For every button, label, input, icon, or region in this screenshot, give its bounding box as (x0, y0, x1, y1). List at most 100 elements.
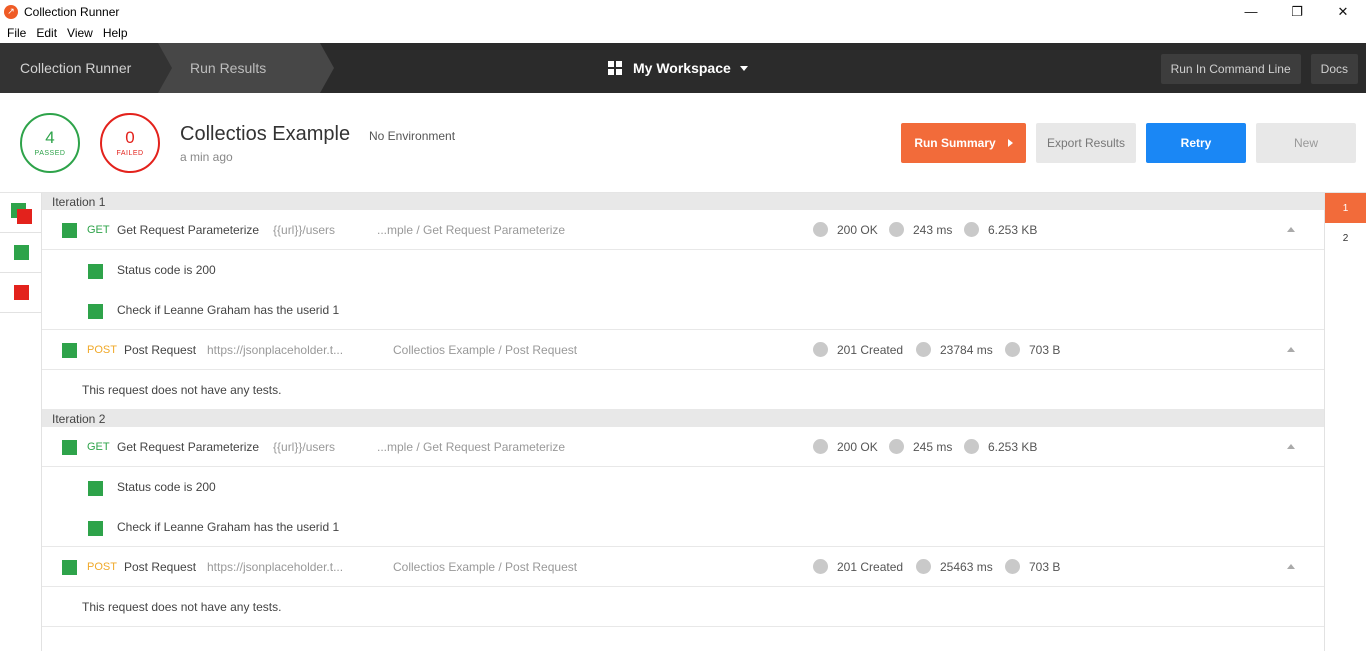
menu-file[interactable]: File (2, 26, 31, 40)
pass-square-icon (62, 440, 77, 455)
filter-strip (0, 193, 42, 651)
request-path: ...mple / Get Request Parameterize (377, 222, 566, 237)
pass-square-icon (88, 264, 103, 279)
environment-label: No Environment (369, 129, 456, 143)
window-controls: — ❐ ✕ (1228, 0, 1366, 23)
test-name: Check if Leanne Graham has the userid 1 (117, 519, 340, 534)
filter-all[interactable] (0, 193, 41, 233)
retry-button[interactable]: Retry (1146, 123, 1246, 163)
filter-passed[interactable] (0, 233, 41, 273)
passed-counter: 4 PASSED (20, 113, 80, 173)
request-row[interactable]: GET Get Request Parameterize {{url}}/use… (42, 427, 1324, 467)
no-tests-message: This request does not have any tests. (82, 599, 282, 614)
status-code: 201 Created (813, 559, 903, 574)
action-buttons: Run Summary Export Results Retry New (901, 123, 1356, 163)
request-method: GET (87, 223, 110, 236)
request-path: Collectios Example / Post Request (393, 559, 578, 574)
failed-counter: 0 FAILED (100, 113, 160, 173)
iteration-tab-2[interactable]: 2 (1325, 223, 1366, 253)
iteration-tab-1[interactable]: 1 (1325, 193, 1366, 223)
export-results-button[interactable]: Export Results (1036, 123, 1136, 163)
response-time: 245 ms (889, 439, 952, 454)
response-size: 6.253 KB (964, 439, 1037, 454)
request-path: ...mple / Get Request Parameterize (377, 439, 566, 454)
collection-name: Collectios Example (180, 123, 351, 145)
restore-icon[interactable]: ❐ (1274, 0, 1320, 23)
pass-square-icon (14, 245, 29, 260)
pass-square-icon (88, 481, 103, 496)
time-dot-icon (916, 559, 931, 574)
filter-failed[interactable] (0, 273, 41, 313)
pass-square-icon (88, 521, 103, 536)
breadcrumb-run-results[interactable]: Run Results (158, 43, 334, 93)
results-body: Iteration 1 GET Get Request Parameterize… (0, 193, 1366, 651)
run-summary-bar: 4 PASSED 0 FAILED Collectios Example No … (0, 93, 1366, 193)
header-buttons: Run In Command Line Docs (1160, 54, 1358, 84)
pass-square-icon (62, 223, 77, 238)
close-icon[interactable]: ✕ (1320, 0, 1366, 23)
status-code: 201 Created (813, 342, 903, 357)
response-size: 703 B (1005, 342, 1060, 357)
results-list: Iteration 1 GET Get Request Parameterize… (42, 193, 1324, 627)
menu-view[interactable]: View (62, 26, 98, 40)
response-time: 23784 ms (916, 342, 993, 357)
collapse-caret-icon[interactable] (1287, 347, 1295, 352)
size-dot-icon (1005, 559, 1020, 574)
passed-label: PASSED (34, 150, 66, 157)
status-dot-icon (813, 559, 828, 574)
pass-square-icon (62, 343, 77, 358)
request-url: https://jsonplaceholder.t... (207, 559, 344, 574)
run-summary-button[interactable]: Run Summary (901, 123, 1026, 163)
workspace-label: My Workspace (633, 60, 731, 76)
request-row[interactable]: POST Post Request https://jsonplaceholde… (42, 547, 1324, 587)
time-dot-icon (916, 342, 931, 357)
request-name: Get Request Parameterize (117, 439, 260, 454)
time-dot-icon (889, 439, 904, 454)
request-url: https://jsonplaceholder.t... (207, 342, 344, 357)
response-time: 25463 ms (916, 559, 993, 574)
no-tests-row: This request does not have any tests. (42, 587, 1324, 627)
collapse-caret-icon[interactable] (1287, 227, 1295, 232)
fail-square-icon (17, 209, 32, 224)
chevron-right-icon (1007, 139, 1013, 147)
request-row[interactable]: GET Get Request Parameterize {{url}}/use… (42, 210, 1324, 250)
failed-label: FAILED (116, 150, 144, 157)
run-in-command-line-button[interactable]: Run In Command Line (1160, 54, 1301, 84)
status-dot-icon (813, 342, 828, 357)
request-url: {{url}}/users (273, 222, 336, 237)
minimize-icon[interactable]: — (1228, 0, 1274, 23)
iteration-tabs: 1 2 (1324, 193, 1366, 651)
test-name: Status code is 200 (117, 263, 216, 277)
request-method: POST (87, 343, 117, 356)
menu-edit[interactable]: Edit (31, 26, 62, 40)
collapse-caret-icon[interactable] (1287, 444, 1295, 449)
collapse-caret-icon[interactable] (1287, 564, 1295, 569)
breadcrumb-collection-runner[interactable]: Collection Runner (0, 43, 172, 93)
app-header: Collection Runner Run Results My Workspa… (0, 43, 1366, 93)
request-row[interactable]: POST Post Request https://jsonplaceholde… (42, 330, 1324, 370)
postman-logo-icon: ↗ (4, 4, 18, 19)
response-size: 703 B (1005, 559, 1060, 574)
request-name: Get Request Parameterize (117, 222, 260, 237)
test-row: Check if Leanne Graham has the userid 1 (42, 290, 1324, 330)
workspace-selector[interactable]: My Workspace (608, 43, 748, 93)
new-button[interactable]: New (1256, 123, 1356, 163)
docs-button[interactable]: Docs (1310, 54, 1358, 84)
window-titlebar: ↗ Collection Runner — ❐ ✕ (0, 0, 1366, 23)
request-url: {{url}}/users (273, 439, 336, 454)
caret-down-icon (739, 65, 748, 71)
menu-bar: File Edit View Help (0, 23, 1366, 43)
response-size: 6.253 KB (964, 222, 1037, 237)
size-dot-icon (964, 222, 979, 237)
time-dot-icon (889, 222, 904, 237)
test-row: Check if Leanne Graham has the userid 1 (42, 507, 1324, 547)
window-title: Collection Runner (24, 4, 120, 19)
run-summary-label: Run Summary (914, 136, 996, 150)
size-dot-icon (964, 439, 979, 454)
menu-help[interactable]: Help (98, 26, 133, 40)
status-dot-icon (813, 439, 828, 454)
pass-square-icon (62, 560, 77, 575)
pass-square-icon (88, 304, 103, 319)
status-code: 200 OK (813, 222, 878, 237)
request-name: Post Request (124, 342, 197, 357)
